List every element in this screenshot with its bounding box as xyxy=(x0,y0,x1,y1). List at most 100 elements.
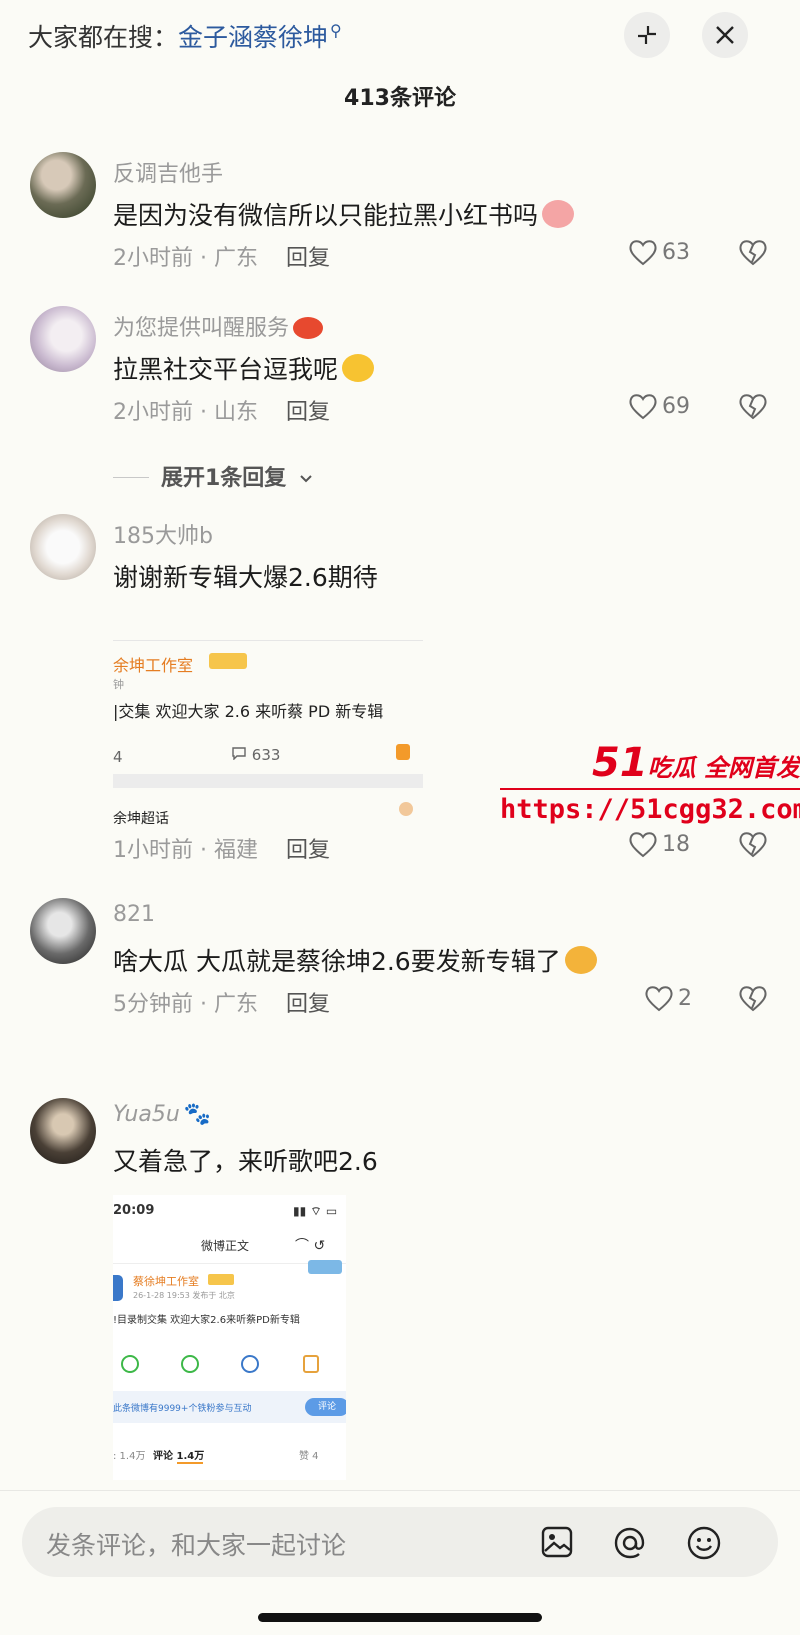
broken-heart-icon xyxy=(739,832,767,858)
thumbs-up-icon xyxy=(396,744,410,760)
image-studio-name: 余坤工作室 xyxy=(113,656,194,675)
watermark-brand-text: 吃瓜 全网首发 xyxy=(647,754,800,782)
like-button[interactable]: 69 xyxy=(628,392,690,420)
at-icon xyxy=(614,1527,645,1559)
divider xyxy=(113,640,423,641)
dislike-button[interactable] xyxy=(738,984,768,1016)
avatar[interactable] xyxy=(30,152,96,218)
image-tab-reposts: : 1.4万 xyxy=(113,1451,146,1462)
like-button[interactable]: 63 xyxy=(628,238,690,266)
top-bar: 大家都在搜：金子涵蔡徐坤 ⚲ xyxy=(0,0,800,80)
expand-label: 展开1条回复 xyxy=(161,466,287,491)
expand-replies-button[interactable]: 展开1条回复 xyxy=(113,460,314,492)
collapse-icon xyxy=(638,26,656,44)
watermark-divider xyxy=(500,788,800,790)
like-count: 69 xyxy=(662,393,690,419)
reply-button[interactable]: 回复 xyxy=(286,992,330,1017)
smiley-icon xyxy=(687,1526,721,1560)
divider xyxy=(113,774,423,788)
avatar[interactable] xyxy=(30,514,96,580)
image-comment-count: 633 xyxy=(231,746,280,764)
reply-button[interactable]: 回复 xyxy=(286,246,330,271)
comment-image[interactable]: 余坤工作室 钟 |交集 欢迎大家 2.6 来听蔡 PD 新专辑 4 633 余坤… xyxy=(113,640,423,855)
image-sub: 钟 xyxy=(113,678,124,691)
emoji-button[interactable] xyxy=(686,1525,722,1565)
avatar[interactable] xyxy=(30,306,96,372)
comment-meta: 5分钟前 · 广东 回复 xyxy=(113,986,330,1018)
comment-count: 413条评论 xyxy=(344,86,456,111)
search-prefix: 大家都在搜： xyxy=(28,23,179,52)
like-button[interactable]: 18 xyxy=(628,830,690,858)
watermark: 51吃瓜 全网首发 https://51cgg32.com xyxy=(500,740,800,825)
minimize-button[interactable] xyxy=(624,12,670,58)
image-studio-name: 蔡徐坤工作室 xyxy=(133,1275,199,1288)
watermark-brand-number: 51 xyxy=(591,740,648,786)
comment-meta: 1小时前 · 福建 回复 xyxy=(113,832,336,864)
dislike-button[interactable] xyxy=(738,238,768,270)
like-count: 63 xyxy=(662,239,690,265)
comment-author-name: Yua5u xyxy=(113,1102,180,1127)
bookmark-icon xyxy=(303,1355,319,1373)
comment-time: 5分钟前 · 广东 xyxy=(113,992,258,1017)
search-icon: ⚲ xyxy=(330,21,342,40)
image-button[interactable] xyxy=(540,1525,574,1563)
image-body: !目录制交集 欢迎大家2.6来听蔡PD新专辑 xyxy=(113,1315,300,1326)
divider xyxy=(113,477,149,478)
reply-button[interactable]: 回复 xyxy=(286,400,330,425)
tab-underline xyxy=(177,1462,203,1464)
like-count: 2 xyxy=(678,985,692,1011)
sparkle-icon xyxy=(399,802,413,816)
comment-input-placeholder: 发条评论，和大家一起讨论 xyxy=(46,1531,347,1560)
image-repost-count: 4 xyxy=(113,748,123,766)
vip-badge-icon xyxy=(208,1274,234,1285)
wechat-icon xyxy=(121,1355,139,1373)
image-tab-comments: 评论 1.4万 xyxy=(153,1451,205,1462)
comment-author[interactable]: 821 xyxy=(113,902,155,927)
watermark-url: https://51cgg32.com xyxy=(500,794,800,825)
avatar[interactable] xyxy=(30,1098,96,1164)
search-suggestion[interactable]: 大家都在搜：金子涵蔡徐坤 ⚲ xyxy=(28,18,342,54)
avatar xyxy=(113,1275,123,1301)
comment-text-body: 拉黑社交平台逗我呢 xyxy=(113,355,339,384)
image-tab-likes: 赞 4 xyxy=(299,1451,319,1462)
dislike-button[interactable] xyxy=(738,830,768,862)
star-eyes-emoji xyxy=(564,946,597,974)
close-button[interactable] xyxy=(702,12,748,58)
comment-composer: 发条评论，和大家一起讨论 xyxy=(0,1490,800,1635)
like-count: 18 xyxy=(662,831,690,857)
comment-author[interactable]: Yua5u 🐾 xyxy=(113,1102,211,1127)
mention-button[interactable] xyxy=(612,1525,648,1565)
comment-text: 啥大瓜 大瓜就是蔡徐坤2.6要发新专辑了 xyxy=(113,942,597,978)
reply-button[interactable]: 回复 xyxy=(286,838,330,863)
broken-heart-icon xyxy=(739,394,767,420)
heart-icon xyxy=(629,240,657,266)
status-icons: ▮▮ ⌔ ▭ xyxy=(293,1204,338,1218)
comment-time: 2小时前 · 广东 xyxy=(113,246,258,271)
comment-meta: 2小时前 · 广东 回复 xyxy=(113,240,330,272)
broken-heart-icon xyxy=(739,986,767,1012)
qq-icon xyxy=(241,1355,259,1373)
image-icon xyxy=(541,1526,573,1558)
image-comment-number: 633 xyxy=(251,746,281,764)
search-term[interactable]: 金子涵蔡徐坤 xyxy=(178,23,328,52)
comment-author[interactable]: 为您提供叫醒服务 xyxy=(113,310,324,342)
heart-icon xyxy=(629,394,657,420)
comment-text: 拉黑社交平台逗我呢 xyxy=(113,350,375,386)
chevron-down-icon xyxy=(300,475,312,483)
broken-heart-icon xyxy=(739,240,767,266)
comment-icon xyxy=(232,747,246,761)
watermark-brand: 51吃瓜 全网首发 xyxy=(500,740,800,786)
like-button[interactable]: 2 xyxy=(644,984,692,1012)
comment-image[interactable]: 20:09 ▮▮ ⌔ ▭ 微博正文 ⌒ ↺ 蔡徐坤工作室 26-1-28 19:… xyxy=(113,1195,346,1480)
avatar[interactable] xyxy=(30,898,96,964)
comment-author[interactable]: 185大帅b xyxy=(113,518,213,550)
pig-face-emoji xyxy=(542,200,575,228)
comment-author[interactable]: 反调吉他手 xyxy=(113,156,223,188)
comment-text: 又着急了，来听歌吧2.6 xyxy=(113,1147,378,1176)
crab-emoji xyxy=(293,317,324,339)
share-icons: ⌒ ↺ xyxy=(295,1238,326,1254)
image-body: |交集 欢迎大家 2.6 来听蔡 PD 新专辑 xyxy=(113,702,384,721)
home-indicator[interactable] xyxy=(258,1613,542,1622)
comment-input[interactable]: 发条评论，和大家一起讨论 xyxy=(22,1507,778,1577)
dislike-button[interactable] xyxy=(738,392,768,424)
